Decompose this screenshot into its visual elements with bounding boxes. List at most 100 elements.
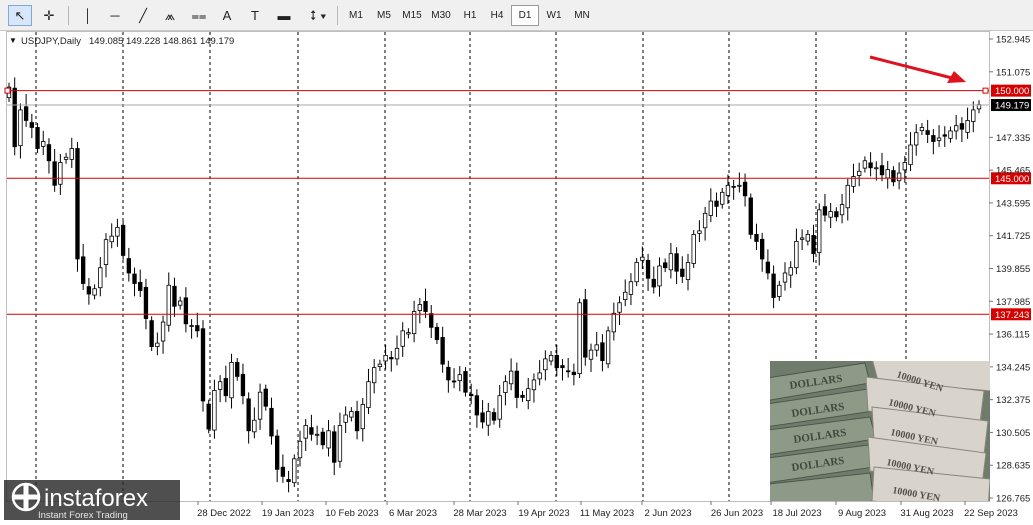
bull-candle [155, 342, 160, 348]
bear-candle [286, 479, 291, 483]
timeframe-m30[interactable]: M30 [427, 5, 455, 26]
bull-candle [697, 230, 702, 234]
date-label: 26 Jun 2023 [711, 508, 763, 519]
rectangle-tool[interactable]: ▬ [271, 5, 297, 26]
bull-candle [548, 354, 554, 362]
timeframe-w1[interactable]: W1 [541, 5, 567, 26]
bull-candle [725, 184, 731, 196]
bull-candle [788, 267, 793, 276]
price-label: 152.945 [996, 35, 1030, 46]
bull-candle [18, 109, 23, 147]
timeframe-mn[interactable]: MN [569, 5, 595, 26]
bear-candle [423, 300, 428, 312]
bull-candle [394, 347, 400, 360]
bear-candle [23, 106, 29, 121]
bull-candle [349, 411, 354, 418]
bull-candle [314, 433, 320, 436]
bull-candle [965, 120, 970, 133]
logo-wordmark: instaforex [44, 485, 148, 512]
horizontal-line-tool[interactable]: ─ [103, 5, 127, 26]
logo-mark-icon [11, 482, 41, 512]
timeframe-m5[interactable]: M5 [371, 5, 397, 26]
bear-candle [560, 365, 565, 369]
timeframe-m1[interactable]: M1 [343, 5, 369, 26]
bull-candle [526, 388, 531, 402]
bear-candle [138, 282, 143, 291]
channel-tool[interactable]: ⩵ [187, 5, 211, 26]
bull-candle [41, 141, 46, 147]
bear-candle [132, 273, 137, 284]
bear-candle [86, 286, 92, 295]
bear-candle [172, 285, 177, 307]
fibonacci-tool[interactable]: ⩕ [158, 5, 182, 26]
horizontal-line-icon: ─ [110, 8, 120, 23]
bull-candle [372, 367, 377, 384]
bear-candle [469, 393, 474, 397]
bull-candle [954, 125, 959, 132]
bear-candle [81, 256, 86, 284]
bull-candle [777, 284, 782, 297]
timeframe-d1[interactable]: D1 [511, 5, 539, 26]
bull-candle [98, 267, 103, 289]
bull-candle [166, 284, 171, 326]
bear-candle [309, 427, 314, 435]
bear-candle [822, 206, 828, 216]
bear-candle [195, 325, 200, 332]
bull-candle [92, 288, 97, 296]
sep-2 [337, 6, 338, 25]
price-label: 145.465 [996, 166, 1030, 177]
timeframe-h4[interactable]: H4 [485, 5, 509, 26]
bear-candle [206, 403, 211, 430]
arrows-tool[interactable]: ⭥ ▾ [303, 5, 333, 26]
bull-candle [799, 237, 805, 240]
bull-candle [103, 239, 109, 265]
text-label-tool[interactable]: T [243, 5, 267, 26]
trendline-tool[interactable]: ╱ [132, 5, 154, 26]
bull-candle [839, 204, 845, 216]
timeframe-m15[interactable]: M15 [399, 5, 425, 26]
symbol-dropdown-icon[interactable]: ▼ [9, 36, 17, 45]
bear-candle [223, 378, 228, 397]
bull-candle [406, 332, 411, 335]
bull-candle [189, 325, 194, 327]
level-anchor-left[interactable] [4, 87, 11, 94]
bear-candle [246, 398, 251, 432]
bear-candle [754, 233, 759, 242]
text-tool[interactable]: A [215, 5, 239, 26]
bear-candle [566, 370, 571, 373]
bull-candle [657, 265, 662, 287]
bear-candle [474, 395, 480, 416]
bull-candle [605, 330, 611, 365]
bear-candle [354, 411, 360, 432]
timeframe-h1[interactable]: H1 [457, 5, 483, 26]
date-label: 2 Jun 2023 [644, 508, 691, 519]
date-label: 19 Apr 2023 [518, 508, 569, 519]
level-price-label: 137.243 [995, 310, 1029, 321]
down-arrow-annotation[interactable] [869, 55, 966, 83]
bull-candle [817, 209, 822, 254]
bear-candle [760, 238, 765, 260]
current-price-label: 149.179 [995, 101, 1029, 112]
bear-candle [269, 407, 274, 437]
bull-candle [303, 425, 308, 439]
bear-candle [931, 135, 936, 142]
crosshair-tool[interactable]: ✛ [36, 5, 62, 26]
date-label: 9 Aug 2023 [838, 508, 886, 519]
date-label: 6 Mar 2023 [389, 508, 437, 519]
bull-candle [702, 212, 708, 229]
vertical-line-tool[interactable]: │ [77, 5, 99, 26]
price-label: 147.335 [996, 133, 1030, 144]
level-price-label: 150.000 [995, 86, 1029, 97]
bear-candle [868, 162, 873, 169]
bear-candle [680, 268, 685, 277]
price-label: 141.725 [996, 231, 1030, 242]
bull-candle [914, 132, 919, 146]
bull-candle [292, 458, 297, 484]
cursor-tool[interactable]: ↖ [8, 5, 32, 26]
bear-candle [434, 326, 440, 340]
bull-candle [691, 233, 696, 264]
ohlc-values: 149.085 149.228 148.861 149.179 [89, 36, 234, 47]
bull-candle [508, 370, 514, 385]
bear-candle [491, 412, 497, 421]
level-anchor-right[interactable] [982, 87, 989, 94]
